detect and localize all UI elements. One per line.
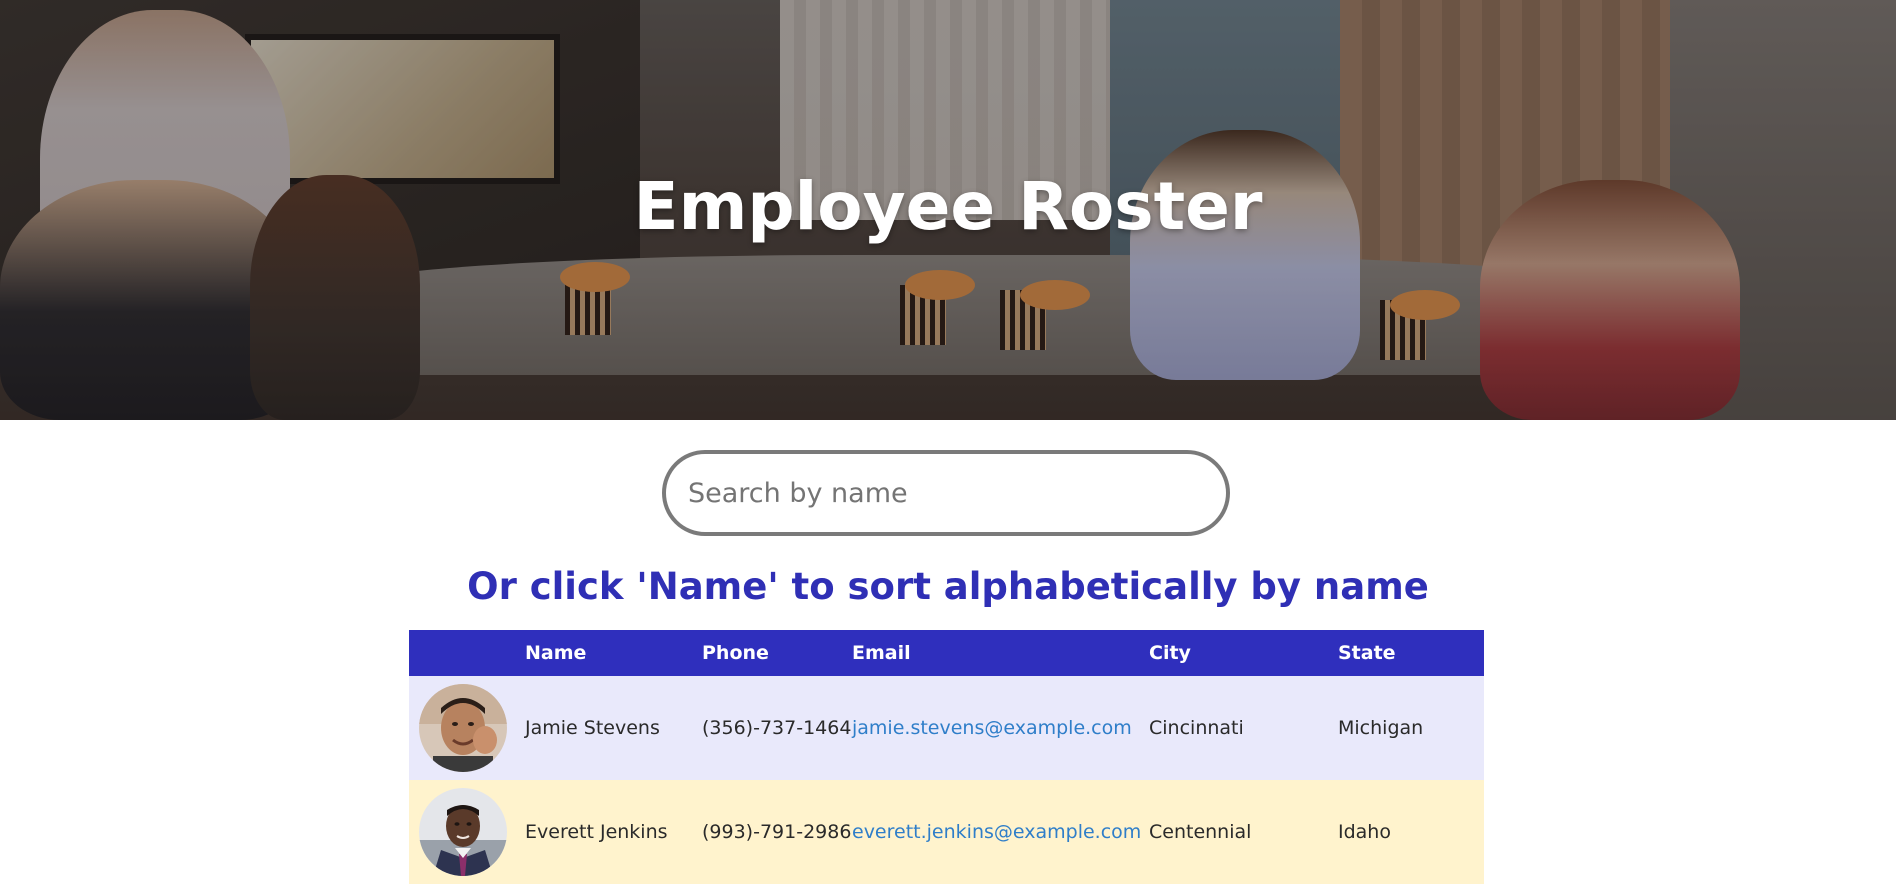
search-input[interactable] bbox=[662, 450, 1230, 536]
header-city: City bbox=[1149, 642, 1191, 664]
avatar-photo-icon bbox=[419, 684, 507, 772]
header-email: Email bbox=[852, 642, 911, 664]
avatar bbox=[419, 684, 507, 772]
photo-cell bbox=[409, 676, 525, 780]
hero-banner: Employee Roster bbox=[0, 0, 1896, 420]
avatar-photo-icon bbox=[419, 788, 507, 876]
photo-cell bbox=[409, 780, 525, 884]
page-title: Employee Roster bbox=[633, 168, 1263, 245]
employee-name: Everett Jenkins bbox=[525, 821, 668, 843]
employee-email-link[interactable]: jamie.stevens@example.com bbox=[852, 717, 1132, 739]
header-photo bbox=[409, 630, 525, 676]
employee-phone: (993)-791-2986 bbox=[702, 821, 852, 843]
table-row: Jamie Stevens (356)-737-1464 jamie.steve… bbox=[409, 676, 1484, 780]
header-state: State bbox=[1338, 642, 1396, 664]
header-phone: Phone bbox=[702, 642, 769, 664]
employee-table: Name Phone Email City State Jamie Steven… bbox=[409, 630, 1484, 884]
table-header: Name Phone Email City State bbox=[409, 630, 1484, 676]
email-cell: jamie.stevens@example.com bbox=[852, 676, 1149, 780]
employee-state: Michigan bbox=[1338, 717, 1424, 739]
employee-phone: (356)-737-1464 bbox=[702, 717, 852, 739]
employee-state: Idaho bbox=[1338, 821, 1391, 843]
table-header-row: Name Phone Email City State bbox=[409, 630, 1484, 676]
sort-instruction: Or click 'Name' to sort alphabetically b… bbox=[467, 565, 1429, 608]
email-cell: everett.jenkins@example.com bbox=[852, 780, 1149, 884]
table-body: Jamie Stevens (356)-737-1464 jamie.steve… bbox=[409, 676, 1484, 884]
employee-name: Jamie Stevens bbox=[525, 717, 660, 739]
header-name-sort[interactable]: Name bbox=[525, 630, 702, 676]
employee-city: Cincinnati bbox=[1149, 717, 1244, 739]
search-container bbox=[662, 450, 1230, 536]
avatar bbox=[419, 788, 507, 876]
employee-city: Centennial bbox=[1149, 821, 1252, 843]
employee-email-link[interactable]: everett.jenkins@example.com bbox=[852, 821, 1141, 843]
table-row: Everett Jenkins (993)-791-2986 everett.j… bbox=[409, 780, 1484, 884]
